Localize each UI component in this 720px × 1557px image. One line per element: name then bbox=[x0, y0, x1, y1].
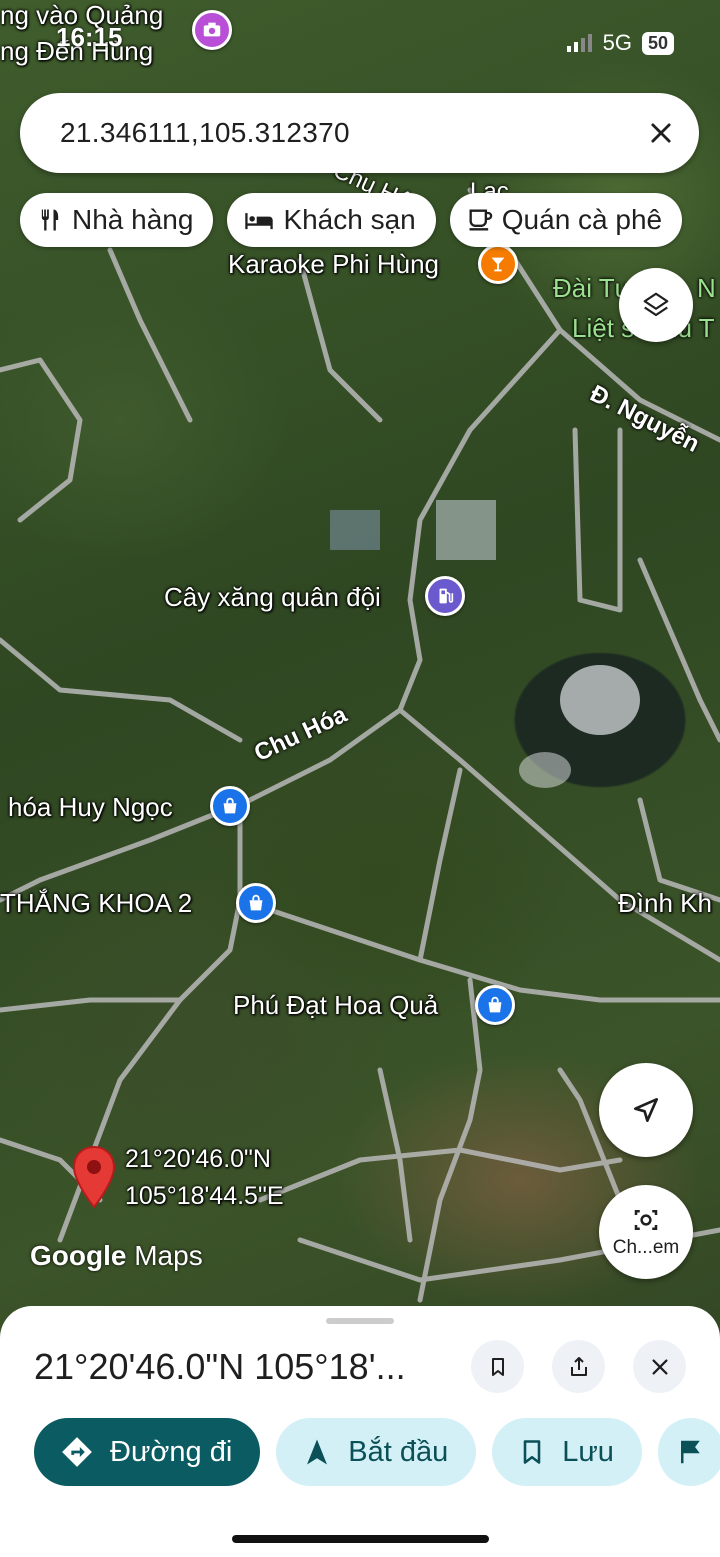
pin-longitude-label: 105°18'44.5"E bbox=[125, 1182, 284, 1210]
action-buttons: Đường đi Bắt đầu Lưu bbox=[34, 1418, 720, 1486]
poi-label-memorial-2[interactable]: N bbox=[697, 273, 716, 304]
start-label: Bắt đầu bbox=[348, 1435, 449, 1468]
shopping-poi-icon[interactable] bbox=[210, 786, 250, 826]
poi-label-thang-khoa[interactable]: THẮNG KHOA 2 bbox=[0, 888, 192, 919]
chip-hotels-label: Khách sạn bbox=[283, 204, 416, 235]
shopping-poi-icon[interactable] bbox=[236, 883, 276, 923]
poi-label-gas-station[interactable]: Cây xăng quân đội bbox=[164, 582, 381, 613]
hotel-icon bbox=[245, 213, 274, 230]
coffee-icon bbox=[469, 209, 492, 231]
status-time: 16:15 bbox=[56, 22, 123, 52]
watermark-google: Google bbox=[30, 1240, 127, 1271]
chip-hotels[interactable]: Khách sạn bbox=[227, 193, 436, 247]
category-chips: Nhà hàng Khách sạn Quán cà phê bbox=[20, 193, 683, 247]
location-pin-icon[interactable] bbox=[70, 1145, 118, 1209]
chip-coffee[interactable]: Quán cà phê bbox=[449, 193, 683, 247]
shopping-poi-icon[interactable] bbox=[475, 985, 515, 1025]
sheet-drag-handle[interactable] bbox=[326, 1318, 394, 1324]
layers-button[interactable] bbox=[619, 268, 693, 342]
battery-indicator: 50 bbox=[641, 31, 674, 55]
sheet-action-icons bbox=[471, 1340, 686, 1393]
chip-restaurants[interactable]: Nhà hàng bbox=[20, 193, 214, 247]
chip-restaurants-label: Nhà hàng bbox=[72, 204, 194, 235]
lens-search-label: Ch...em bbox=[612, 1237, 680, 1258]
poi-label-huy-ngoc[interactable]: hóa Huy Ngọc bbox=[8, 792, 173, 823]
directions-icon bbox=[62, 1437, 92, 1467]
status-bar: 5G 50 bbox=[566, 30, 674, 56]
gas-station-poi-icon[interactable] bbox=[425, 576, 465, 616]
bookmark-icon bbox=[523, 1440, 541, 1464]
google-maps-watermark: Google Maps bbox=[30, 1240, 203, 1272]
chip-coffee-label: Quán cà phê bbox=[501, 204, 663, 235]
search-input[interactable]: 21.346111,105.312370 bbox=[60, 117, 647, 149]
camera-poi-icon[interactable] bbox=[192, 10, 232, 50]
more-action-button[interactable] bbox=[657, 1418, 720, 1486]
pin-latitude-label: 21°20'46.0"N bbox=[125, 1145, 271, 1173]
my-location-button[interactable] bbox=[599, 1063, 693, 1157]
restaurant-icon bbox=[41, 209, 59, 231]
layers-icon bbox=[643, 292, 669, 317]
save-label: Lưu bbox=[562, 1435, 614, 1468]
lens-search-button[interactable]: Ch...em bbox=[599, 1185, 693, 1279]
poi-label-dinh-kh[interactable]: Đình Kh bbox=[618, 888, 712, 919]
directions-label: Đường đi bbox=[110, 1435, 233, 1468]
search-bar[interactable]: 21.346111,105.312370 bbox=[20, 93, 699, 173]
poi-label-karaoke[interactable]: Karaoke Phi Hùng bbox=[228, 249, 439, 280]
place-bottom-sheet[interactable]: 21°20'46.0"N 105°18'... Đường đi Bắt đầu… bbox=[0, 1306, 720, 1557]
place-title: 21°20'46.0"N 105°18'... bbox=[34, 1346, 406, 1387]
navigation-arrow-icon bbox=[634, 1098, 658, 1122]
save-button[interactable]: Lưu bbox=[492, 1418, 642, 1486]
poi-label-phu-dat[interactable]: Phú Đạt Hoa Quả bbox=[233, 990, 438, 1021]
share-icon[interactable] bbox=[552, 1340, 605, 1393]
close-icon[interactable] bbox=[647, 119, 675, 147]
close-icon[interactable] bbox=[633, 1340, 686, 1393]
bookmark-icon[interactable] bbox=[471, 1340, 524, 1393]
signal-icon bbox=[566, 34, 592, 52]
network-type: 5G bbox=[602, 30, 632, 55]
directions-button[interactable]: Đường đi bbox=[34, 1418, 261, 1486]
start-button[interactable]: Bắt đầu bbox=[276, 1418, 477, 1486]
bar-poi-icon[interactable] bbox=[478, 244, 518, 284]
watermark-maps: Maps bbox=[134, 1240, 203, 1271]
flag-icon bbox=[680, 1440, 700, 1464]
camera-search-icon bbox=[634, 1210, 658, 1230]
navigation-start-icon bbox=[307, 1439, 328, 1465]
home-indicator[interactable] bbox=[232, 1535, 489, 1543]
